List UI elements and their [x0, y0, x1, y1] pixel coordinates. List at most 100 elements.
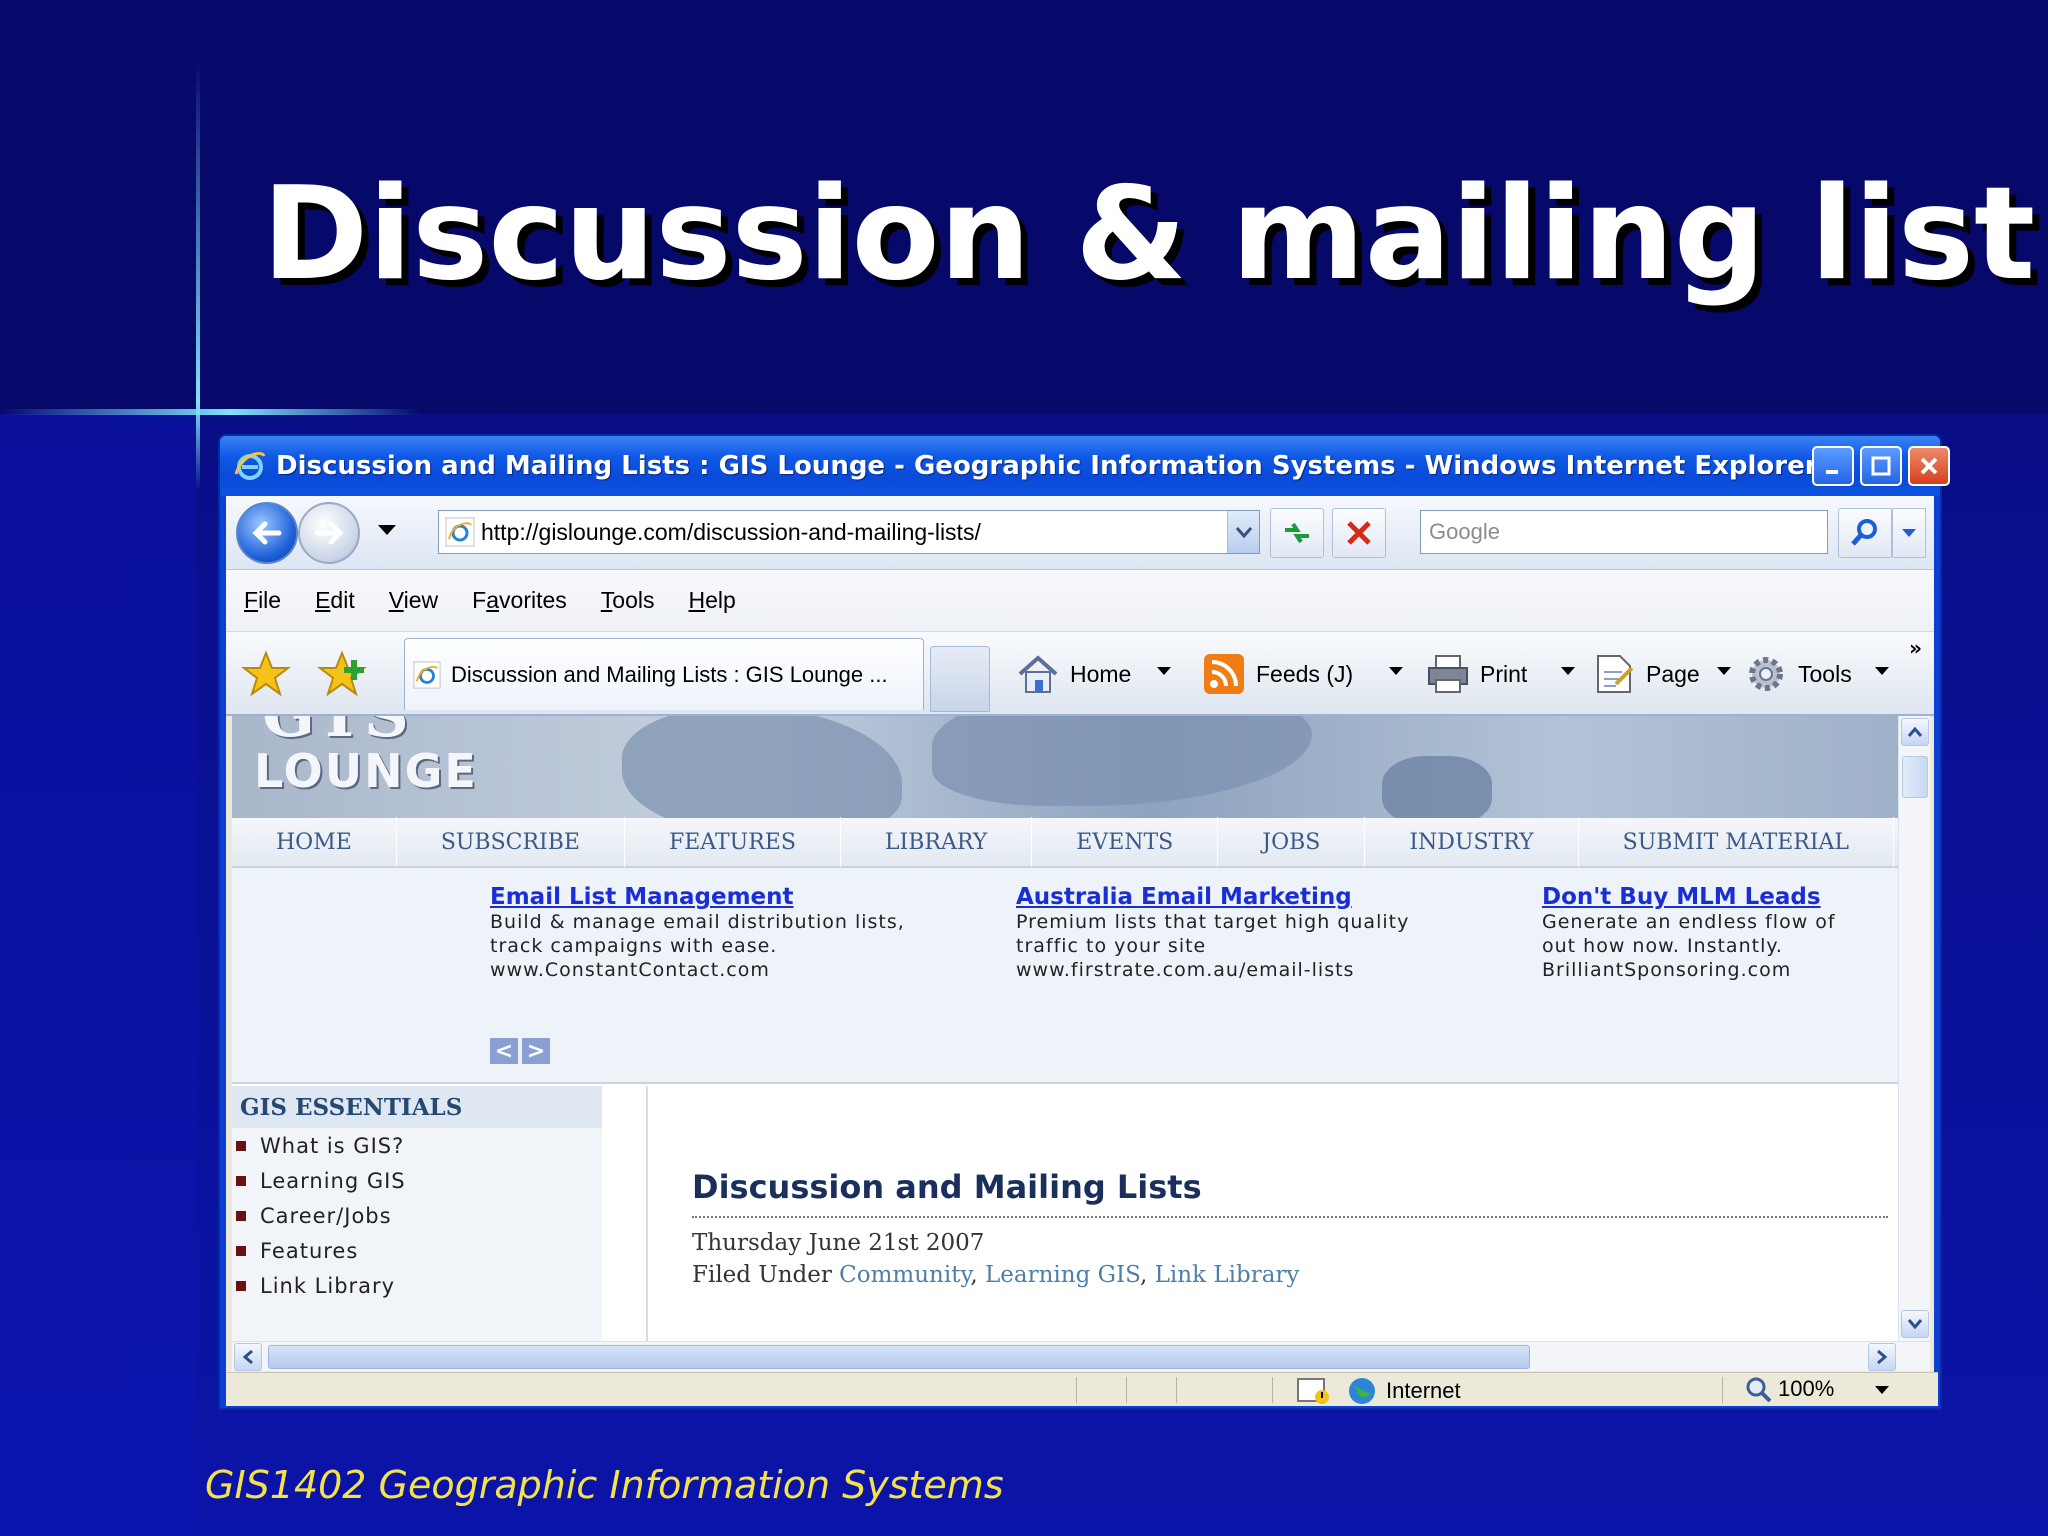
sidebar-item-what-is-gis[interactable]: What is GIS?: [232, 1128, 602, 1163]
page-favicon-icon: [445, 517, 475, 547]
print-button[interactable]: Print: [1426, 650, 1527, 698]
sidebar-item-link-library[interactable]: Link Library: [232, 1268, 602, 1303]
vertical-scrollbar[interactable]: [1898, 716, 1930, 1341]
site-nav-subscribe[interactable]: SUBSCRIBE: [397, 817, 625, 867]
recent-pages-dropdown-icon[interactable]: [376, 522, 398, 538]
category-link-learning-gis[interactable]: Learning GIS: [985, 1262, 1140, 1288]
address-url[interactable]: http://gislounge.com/discussion-and-mail…: [481, 519, 1227, 546]
search-provider-dropdown[interactable]: [1892, 508, 1926, 558]
horizontal-scrollbar[interactable]: [232, 1341, 1930, 1371]
ad-url[interactable]: BrilliantSponsoring.com: [1542, 958, 1898, 982]
browser-tab-active[interactable]: Discussion and Mailing Lists : GIS Loung…: [404, 638, 924, 710]
back-button[interactable]: [236, 502, 298, 564]
column-divider: [646, 1086, 648, 1341]
site-nav-home[interactable]: HOME: [232, 817, 397, 867]
gear-icon: [1744, 652, 1788, 696]
address-dropdown-button[interactable]: [1227, 511, 1259, 553]
home-dropdown-icon[interactable]: [1156, 666, 1172, 676]
favorites-center-star-icon[interactable]: [240, 650, 292, 698]
sidebar-item-label[interactable]: Features: [260, 1239, 358, 1263]
ad-description: traffic to your site: [1016, 935, 1207, 957]
web-page: GIS LOUNGE HOME SUBSCRIBE FEATURES LIBRA…: [232, 716, 1898, 1341]
address-bar[interactable]: http://gislounge.com/discussion-and-mail…: [438, 510, 1260, 554]
sidebar-item-label[interactable]: What is GIS?: [260, 1134, 404, 1158]
page-menu-button[interactable]: Page: [1592, 650, 1700, 698]
menu-tools[interactable]: Tools: [601, 587, 655, 614]
stop-button[interactable]: [1332, 508, 1386, 558]
slide-left-band: [0, 414, 196, 1536]
vertical-scroll-thumb[interactable]: [1902, 756, 1928, 798]
toolbar-overflow-chevron-icon[interactable]: »: [1909, 636, 1922, 660]
ad-title-link[interactable]: Australia Email Marketing: [1016, 884, 1516, 910]
search-input[interactable]: Google: [1420, 510, 1828, 554]
site-nav-library[interactable]: LIBRARY: [841, 817, 1033, 867]
scroll-left-button[interactable]: [234, 1343, 262, 1371]
close-button[interactable]: [1908, 446, 1950, 486]
printer-icon: [1426, 652, 1470, 696]
zoom-dropdown-icon[interactable]: [1874, 1385, 1890, 1395]
sidebar-item-career-jobs[interactable]: Career/Jobs: [232, 1198, 602, 1233]
ad-prev-button[interactable]: <: [490, 1038, 518, 1064]
feeds-dropdown-icon[interactable]: [1388, 666, 1404, 676]
add-to-favorites-icon[interactable]: [316, 650, 372, 698]
security-zone-label: Internet: [1386, 1378, 1461, 1403]
sidebar-item-label[interactable]: Career/Jobs: [260, 1204, 392, 1228]
sidebar-item-label[interactable]: Learning GIS: [260, 1169, 406, 1193]
search-button[interactable]: [1838, 508, 1892, 558]
feeds-button[interactable]: Feeds (J): [1202, 650, 1353, 698]
site-navigation: HOME SUBSCRIBE FEATURES LIBRARY EVENTS J…: [232, 817, 1898, 868]
menu-help[interactable]: Help: [688, 587, 735, 614]
page-dropdown-icon[interactable]: [1716, 666, 1732, 676]
search-icon: [1851, 519, 1877, 546]
security-zone[interactable]: Internet: [1346, 1375, 1461, 1407]
sidebar-item-learning-gis[interactable]: Learning GIS: [232, 1163, 602, 1198]
zoom-level[interactable]: 100%: [1744, 1375, 1834, 1403]
scroll-right-button[interactable]: [1868, 1343, 1896, 1371]
ad-title-link[interactable]: Email List Management: [490, 884, 990, 910]
sidebar-item-label[interactable]: Link Library: [260, 1274, 395, 1298]
print-dropdown-icon[interactable]: [1560, 666, 1576, 676]
ad-url[interactable]: www.ConstantContact.com: [490, 958, 990, 982]
site-nav-jobs[interactable]: JOBS: [1218, 817, 1366, 867]
bullet-icon: [236, 1175, 246, 1186]
ad-next-button[interactable]: >: [522, 1038, 550, 1064]
tools-dropdown-icon[interactable]: [1874, 666, 1890, 676]
maximize-icon: [1871, 456, 1891, 476]
popup-blocker-icon[interactable]: [1296, 1377, 1332, 1405]
site-nav-features[interactable]: FEATURES: [625, 817, 841, 867]
maximize-button[interactable]: [1860, 446, 1902, 486]
minimize-button[interactable]: [1812, 446, 1854, 486]
site-logo[interactable]: LOUNGE: [254, 744, 478, 798]
sidebar-item-features[interactable]: Features: [232, 1233, 602, 1268]
address-toolbar: http://gislounge.com/discussion-and-mail…: [226, 496, 1934, 570]
tools-menu-button[interactable]: Tools: [1744, 650, 1852, 698]
horizontal-scroll-thumb[interactable]: [268, 1345, 1530, 1369]
site-nav-industry[interactable]: INDUSTRY: [1365, 817, 1579, 867]
category-link-link-library[interactable]: Link Library: [1155, 1262, 1300, 1288]
scroll-down-button[interactable]: [1901, 1310, 1929, 1338]
menu-favorites[interactable]: Favorites: [472, 587, 567, 614]
window-titlebar[interactable]: Discussion and Mailing Lists : GIS Loung…: [220, 436, 1950, 496]
category-link-community[interactable]: Community: [839, 1262, 970, 1288]
site-nav-events[interactable]: EVENTS: [1032, 817, 1219, 867]
menu-view[interactable]: View: [389, 587, 438, 614]
web-content-viewport: GIS LOUNGE HOME SUBSCRIBE FEATURES LIBRA…: [232, 716, 1930, 1341]
status-separator: [1126, 1377, 1127, 1403]
ad-pager: < >: [490, 1038, 550, 1064]
bullet-icon: [236, 1210, 246, 1221]
forward-button[interactable]: [298, 502, 360, 564]
scroll-up-button[interactable]: [1901, 718, 1929, 746]
status-separator: [1272, 1377, 1273, 1403]
sidebar-gis-essentials: GIS ESSENTIALS What is GIS? Learning GIS…: [232, 1086, 602, 1341]
forward-arrow-icon: [314, 521, 344, 545]
ad-url[interactable]: www.firstrate.com.au/email-lists: [1016, 958, 1516, 982]
new-tab-button[interactable]: [930, 646, 990, 712]
ad-title-link[interactable]: Don't Buy MLM Leads: [1542, 884, 1898, 910]
menu-file[interactable]: File: [244, 587, 281, 614]
minimize-icon: [1826, 470, 1838, 474]
site-banner: GIS LOUNGE: [232, 716, 1898, 818]
menu-edit[interactable]: Edit: [315, 587, 355, 614]
refresh-button[interactable]: [1270, 508, 1324, 558]
home-button[interactable]: Home: [1016, 650, 1131, 698]
site-nav-submit-material[interactable]: SUBMIT MATERIAL: [1579, 817, 1894, 867]
